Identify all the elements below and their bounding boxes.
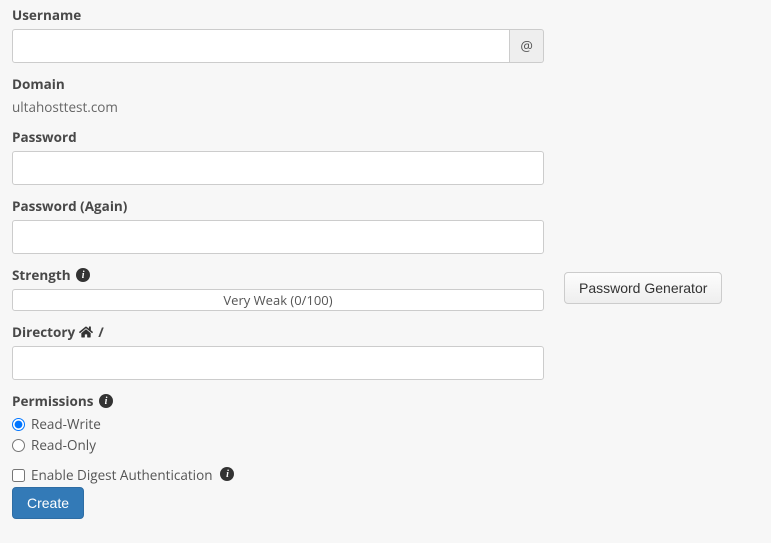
username-group: Username @ (12, 6, 544, 63)
read-only-radio[interactable] (12, 439, 25, 452)
read-write-label: Read-Write (31, 415, 101, 433)
strength-group: Strength i Very Weak (0/100) (12, 266, 544, 311)
password-again-group: Password (Again) (12, 197, 544, 254)
directory-group: Directory / (12, 323, 544, 380)
domain-label: Domain (12, 75, 544, 93)
directory-separator: / (98, 323, 104, 341)
strength-label: Strength i (12, 266, 544, 284)
info-icon[interactable]: i (99, 394, 113, 408)
password-generator-button[interactable]: Password Generator (564, 272, 722, 304)
username-label: Username (12, 6, 544, 24)
password-label: Password (12, 128, 544, 146)
permissions-group: Permissions i Read-Write Read-Only (12, 392, 544, 454)
at-addon: @ (510, 29, 544, 63)
strength-meter: Very Weak (0/100) (12, 289, 544, 311)
read-only-label: Read-Only (31, 436, 96, 454)
directory-label: Directory / (12, 323, 544, 341)
password-group: Password (12, 128, 544, 185)
digest-label: Enable Digest Authentication (31, 466, 212, 484)
password-input[interactable] (12, 151, 544, 185)
create-button[interactable]: Create (12, 487, 84, 519)
domain-value: ultahosttest.com (12, 98, 544, 116)
password-again-input[interactable] (12, 220, 544, 254)
digest-group: Enable Digest Authentication i (12, 466, 544, 484)
home-icon (79, 323, 97, 341)
username-input[interactable] (12, 29, 510, 63)
password-again-label: Password (Again) (12, 197, 544, 215)
domain-group: Domain ultahosttest.com (12, 75, 544, 116)
read-write-radio[interactable] (12, 418, 25, 431)
directory-input[interactable] (12, 346, 544, 380)
info-icon[interactable]: i (76, 268, 90, 282)
digest-checkbox[interactable] (12, 469, 25, 482)
permissions-label: Permissions i (12, 392, 544, 410)
info-icon[interactable]: i (220, 467, 234, 481)
